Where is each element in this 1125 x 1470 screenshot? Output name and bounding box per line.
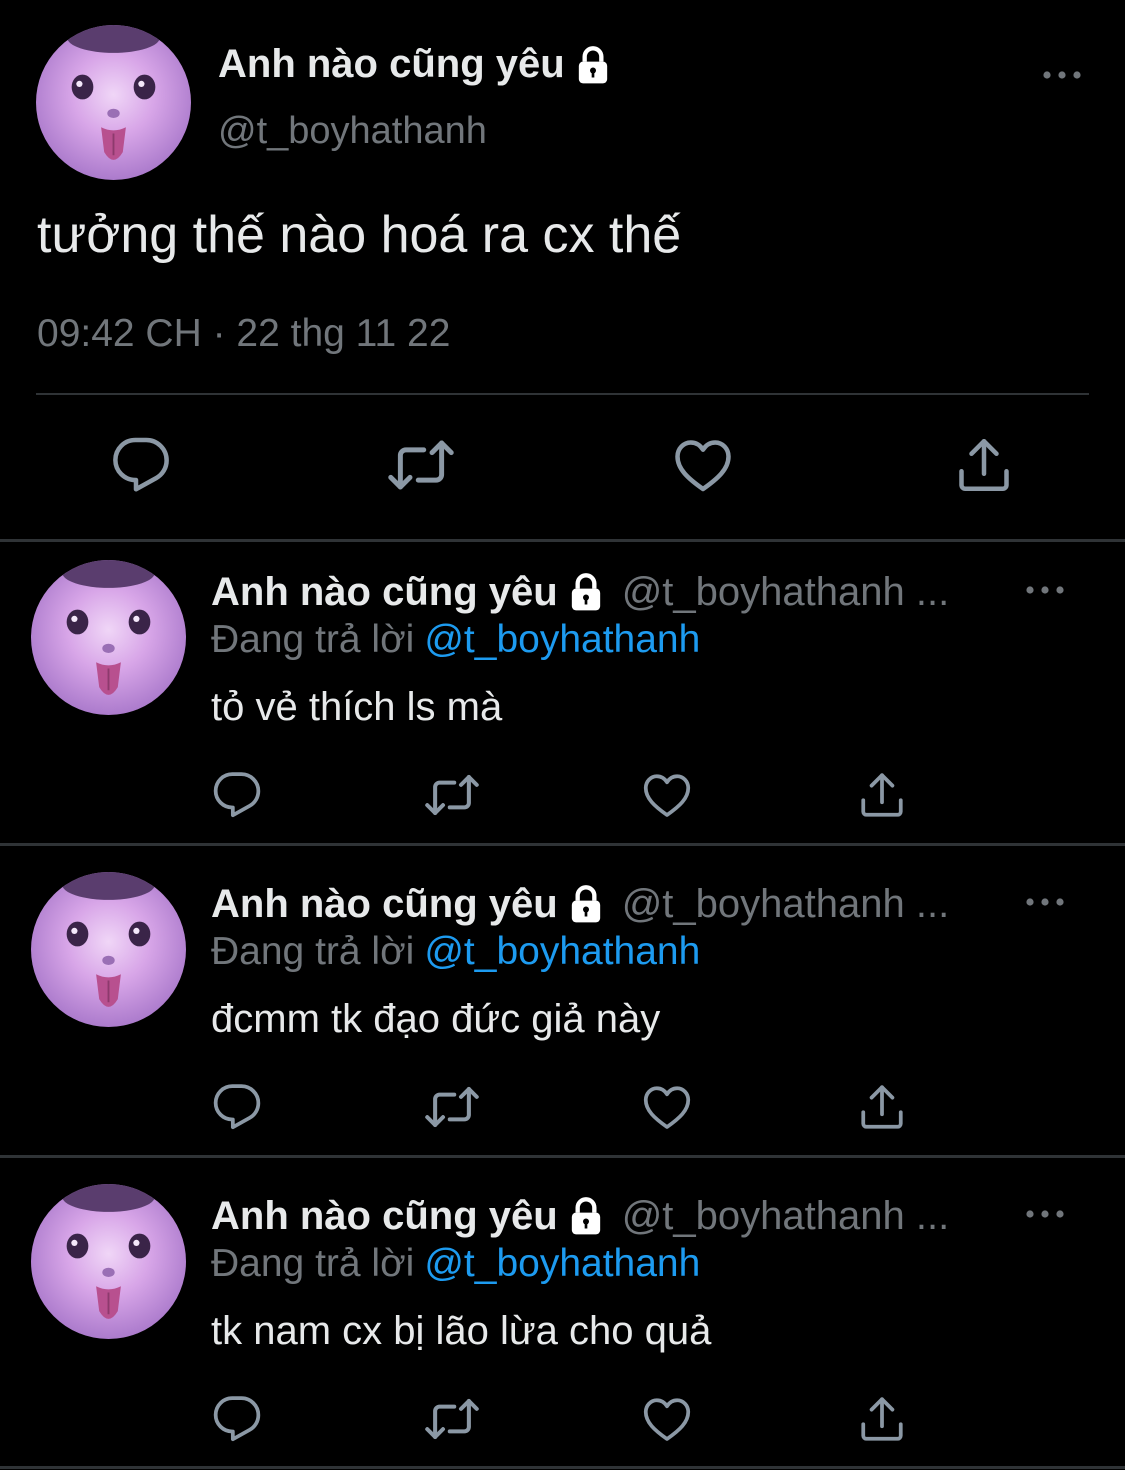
like-icon — [673, 435, 733, 495]
reply-icon — [111, 435, 171, 495]
more-options-icon[interactable] — [1042, 60, 1082, 90]
reply-header: Anh nào cũng yêu @t_boyhathanh ... — [211, 879, 1011, 929]
retweet-icon — [425, 768, 479, 822]
more-options-icon[interactable] — [1025, 575, 1065, 605]
retweet-button[interactable] — [386, 430, 456, 500]
replying-label: Đang trả lời — [211, 1242, 415, 1285]
mention-link[interactable]: @t_boyhathanh — [424, 618, 700, 661]
avatar[interactable] — [36, 25, 191, 180]
like-icon — [642, 1082, 692, 1132]
retweet-button[interactable] — [424, 767, 480, 823]
retweet-icon — [425, 1080, 479, 1134]
lock-icon — [566, 1196, 606, 1236]
reply-icon — [212, 1082, 262, 1132]
author-handle[interactable]: @t_boyhathanh ... — [622, 570, 950, 615]
more-options-icon[interactable] — [1025, 1199, 1065, 1229]
author-name[interactable]: Anh nào cũng yêu — [211, 1194, 558, 1239]
reply-icon — [212, 1394, 262, 1444]
retweet-icon — [425, 1392, 479, 1446]
retweet-icon — [388, 432, 454, 498]
mention-link[interactable]: @t_boyhathanh — [424, 1242, 700, 1285]
like-button[interactable] — [668, 430, 738, 500]
share-button[interactable] — [854, 1391, 910, 1447]
reply-icon — [212, 770, 262, 820]
more-options-icon[interactable] — [1025, 887, 1065, 917]
avatar[interactable] — [31, 1184, 186, 1339]
share-button[interactable] — [949, 430, 1019, 500]
share-icon — [857, 770, 907, 820]
tweet-actions — [0, 430, 1125, 500]
author-name[interactable]: Anh nào cũng yêu — [218, 42, 613, 87]
lock-icon — [573, 45, 613, 85]
cat-avatar-image — [31, 1184, 186, 1339]
reply-tweet[interactable]: Anh nào cũng yêu @t_boyhathanh ... Đang … — [0, 854, 1125, 1164]
reply-button[interactable] — [209, 1391, 265, 1447]
like-button[interactable] — [639, 767, 695, 823]
like-icon — [642, 1394, 692, 1444]
author-handle[interactable]: @t_boyhathanh ... — [622, 882, 950, 927]
main-tweet: Anh nào cũng yêu @t_boyhathanh tưởng thế… — [0, 0, 1125, 540]
replying-label: Đang trả lời — [211, 618, 415, 661]
divider — [0, 1466, 1125, 1469]
like-icon — [642, 770, 692, 820]
divider — [36, 393, 1089, 395]
cat-avatar-image — [31, 560, 186, 715]
author-handle[interactable]: @t_boyhathanh — [218, 110, 487, 153]
reply-button[interactable] — [106, 430, 176, 500]
reply-button[interactable] — [209, 1079, 265, 1135]
replying-to: Đang trả lời @t_boyhathanh — [211, 1242, 700, 1286]
like-button[interactable] — [639, 1079, 695, 1135]
tweet-text: tk nam cx bị lão lừa cho quả — [211, 1309, 712, 1353]
cat-avatar-image — [31, 872, 186, 1027]
replying-to: Đang trả lời @t_boyhathanh — [211, 618, 700, 662]
replying-to: Đang trả lời @t_boyhathanh — [211, 930, 700, 974]
author-handle[interactable]: @t_boyhathanh ... — [622, 1194, 950, 1239]
avatar[interactable] — [31, 560, 186, 715]
share-button[interactable] — [854, 767, 910, 823]
author-name-text: Anh nào cũng yêu — [218, 42, 565, 86]
cat-avatar-image — [36, 25, 191, 180]
reply-header: Anh nào cũng yêu @t_boyhathanh ... — [211, 567, 1011, 617]
tweet-actions — [0, 1391, 1125, 1447]
reply-tweet[interactable]: Anh nào cũng yêu @t_boyhathanh ... Đang … — [0, 542, 1125, 852]
avatar[interactable] — [31, 872, 186, 1027]
reply-header: Anh nào cũng yêu @t_boyhathanh ... — [211, 1191, 1011, 1241]
share-icon — [857, 1394, 907, 1444]
tweet-text: tỏ vẻ thích ls mà — [211, 685, 503, 729]
retweet-button[interactable] — [424, 1391, 480, 1447]
tweet-timestamp[interactable]: 09:42 CH · 22 thg 11 22 — [37, 312, 450, 356]
like-button[interactable] — [639, 1391, 695, 1447]
divider — [0, 843, 1125, 846]
tweet-text: đcmm tk đạo đức giả này — [211, 997, 661, 1041]
lock-icon — [566, 884, 606, 924]
reply-button[interactable] — [209, 767, 265, 823]
lock-icon — [566, 572, 606, 612]
tweet-text: tưởng thế nào hoá ra cx thế — [37, 206, 682, 264]
reply-tweet[interactable]: Anh nào cũng yêu @t_boyhathanh ... Đang … — [0, 1166, 1125, 1470]
tweet-actions — [0, 1079, 1125, 1135]
author-name[interactable]: Anh nào cũng yêu — [211, 570, 558, 615]
share-icon — [954, 435, 1014, 495]
share-icon — [857, 1082, 907, 1132]
divider — [0, 1155, 1125, 1158]
tweet-actions — [0, 767, 1125, 823]
share-button[interactable] — [854, 1079, 910, 1135]
replying-label: Đang trả lời — [211, 930, 415, 973]
author-name[interactable]: Anh nào cũng yêu — [211, 882, 558, 927]
retweet-button[interactable] — [424, 1079, 480, 1135]
mention-link[interactable]: @t_boyhathanh — [424, 930, 700, 973]
